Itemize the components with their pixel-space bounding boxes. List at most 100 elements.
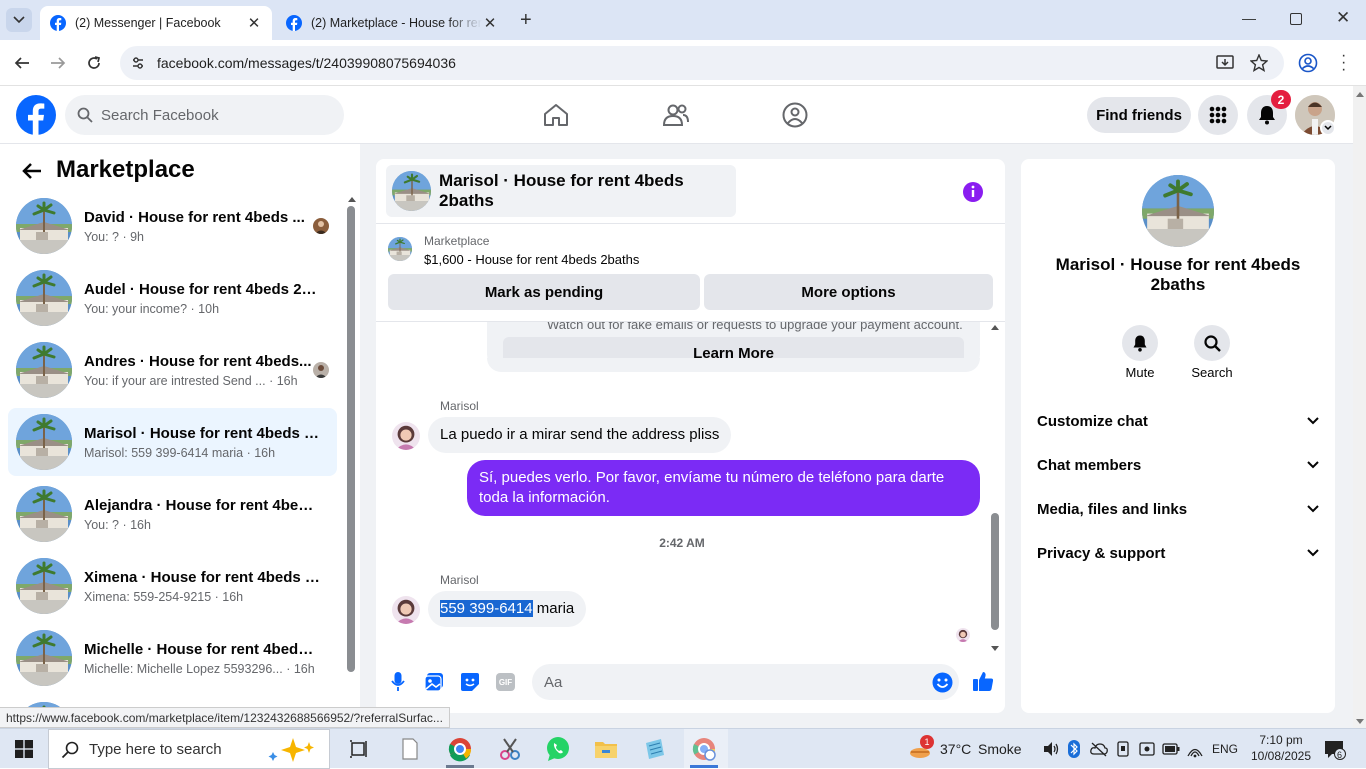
task-view-icon[interactable]	[346, 735, 374, 763]
incoming-message[interactable]: La puedo ir a mirar send the address pli…	[428, 417, 732, 453]
chat-members-row[interactable]: Chat members	[1037, 453, 1319, 477]
file-icon[interactable]	[396, 735, 424, 763]
conversation-item[interactable]: Michelle · House for rent 4beds ... Miche…	[8, 624, 337, 692]
chevron-down-icon	[1307, 505, 1319, 513]
message-timestamp: 2:42 AM	[659, 536, 705, 550]
home-icon[interactable]	[543, 103, 569, 127]
conversation-item[interactable]: David · House for rent 4beds ... You: ? ·…	[8, 192, 337, 260]
info-icon[interactable]	[962, 181, 984, 203]
thumbs-up-icon[interactable]	[972, 670, 994, 692]
conversation-preview: Marisol: 559 399-6414 maria · 16h	[84, 445, 276, 460]
more-options-button[interactable]: More options	[704, 274, 993, 310]
chat-scrollbar[interactable]	[989, 322, 1001, 657]
notification-count-badge: 2	[1271, 90, 1291, 109]
chat-header-title-button[interactable]: Marisol · House for rent 4beds 2baths	[386, 165, 736, 217]
search-label: Search	[1191, 365, 1233, 380]
mute-button[interactable]	[1122, 325, 1158, 361]
language-indicator[interactable]: ENG	[1212, 742, 1238, 756]
gif-icon[interactable]: GIF	[496, 673, 515, 691]
new-tab-icon[interactable]: +	[520, 9, 532, 32]
sidebar-title: Marketplace	[56, 156, 195, 183]
conversation-preview: You: your income? · 10h	[84, 301, 220, 316]
page-scrollbar[interactable]	[1353, 86, 1366, 728]
site-info-icon[interactable]	[131, 56, 145, 70]
taskbar-search-field[interactable]: Type here to search	[48, 729, 330, 769]
composer-placeholder: Aa	[544, 673, 563, 691]
bookmark-star-icon[interactable]	[1250, 54, 1268, 72]
windows-taskbar: Type here to search 1 37°C Smoke ENG 7:1…	[0, 728, 1366, 769]
cloud-offline-icon[interactable]	[1090, 741, 1108, 757]
install-app-icon[interactable]	[1216, 54, 1234, 72]
tab-messenger[interactable]: (2) Messenger | Facebook ✕	[40, 6, 272, 40]
minimize-icon[interactable]: —	[1242, 10, 1256, 26]
sticker-icon[interactable]	[460, 672, 480, 692]
search-field[interactable]: Search Facebook	[65, 95, 344, 135]
privacy-support-row[interactable]: Privacy & support	[1037, 541, 1319, 565]
photo-attach-icon[interactable]	[424, 672, 444, 692]
reload-icon[interactable]	[86, 55, 102, 71]
battery-icon[interactable]	[1162, 742, 1180, 756]
chrome-icon[interactable]	[446, 735, 474, 763]
back-arrow-icon[interactable]	[14, 55, 30, 71]
screen-record-icon[interactable]	[1139, 741, 1155, 757]
friends-icon[interactable]	[663, 103, 689, 127]
back-arrow-icon[interactable]	[22, 162, 42, 180]
browser-menu-icon[interactable]: · · ·	[1341, 48, 1346, 78]
outgoing-message[interactable]: Sí, puedes verlo. Por favor, envíame tu …	[467, 460, 980, 516]
snipping-tool-icon[interactable]	[496, 735, 524, 763]
incoming-message[interactable]: 559 399-6414 maria	[428, 591, 587, 627]
search-in-chat-button[interactable]	[1194, 325, 1230, 361]
microphone-icon[interactable]	[391, 672, 405, 692]
profile-icon[interactable]	[1298, 53, 1318, 73]
groups-icon[interactable]	[782, 102, 808, 128]
windows-start-icon[interactable]	[15, 740, 33, 758]
tab-marketplace[interactable]: (2) Marketplace - House for rent ✕	[276, 6, 508, 40]
close-tab-icon[interactable]: ✕	[246, 14, 262, 32]
weather-condition[interactable]: Smoke	[978, 741, 1022, 757]
mark-as-pending-button[interactable]: Mark as pending	[388, 274, 700, 310]
account-chevron[interactable]	[1320, 120, 1336, 136]
clock[interactable]: 7:10 pm 10/08/2025	[1250, 732, 1312, 764]
restore-icon[interactable]	[1290, 13, 1302, 25]
tab-search-button[interactable]	[6, 8, 32, 32]
conversation-item[interactable]: Ximena · House for rent 4beds 2... Ximena…	[8, 552, 337, 620]
customize-chat-row[interactable]: Customize chat	[1037, 409, 1319, 433]
phone-link-icon[interactable]	[1116, 741, 1130, 757]
listing-thumbnail	[16, 198, 72, 254]
conversation-name: Alejandra · House for rent 4beds...	[84, 496, 320, 514]
conversation-item[interactable]: Andres · House for rent 4beds... You: if …	[8, 336, 337, 404]
listing-title[interactable]: $1,600 - House for rent 4beds 2baths	[424, 252, 639, 267]
chat-avatar	[392, 171, 431, 211]
conversation-item[interactable]: Audel · House for rent 4beds 2b... You: y…	[8, 264, 337, 332]
weather-badge: 1	[920, 735, 934, 749]
facebook-logo-icon[interactable]	[16, 95, 56, 135]
notepad-app-icon[interactable]	[641, 735, 669, 763]
message-composer-input[interactable]: Aa	[532, 664, 959, 700]
sidebar-scrollbar[interactable]	[345, 192, 357, 728]
media-files-links-row[interactable]: Media, files and links	[1037, 497, 1319, 521]
tab-title: (2) Marketplace - House for rent	[311, 16, 482, 30]
chevron-down-icon	[1307, 461, 1319, 469]
speaker-icon[interactable]	[1042, 741, 1060, 757]
close-window-icon[interactable]: ✕	[1336, 8, 1350, 28]
find-friends-button[interactable]: Find friends	[1087, 97, 1191, 133]
close-tab-icon[interactable]: ✕	[482, 14, 498, 32]
conversation-item-selected[interactable]: Marisol · House for rent 4beds 2... Maris…	[8, 408, 337, 476]
menu-button[interactable]	[1198, 95, 1238, 135]
conversation-name: Audel · House for rent 4beds 2b...	[84, 280, 320, 298]
bluetooth-icon[interactable]	[1068, 740, 1080, 758]
whatsapp-icon[interactable]	[544, 735, 572, 763]
listing-label: Marketplace	[424, 234, 490, 248]
search-icon	[61, 741, 79, 759]
conversation-item[interactable]: Alejandra · House for rent 4beds... You: …	[8, 480, 337, 548]
file-explorer-icon[interactable]	[592, 735, 620, 763]
forward-arrow-icon[interactable]	[50, 55, 66, 71]
section-label: Privacy & support	[1037, 544, 1166, 562]
temperature[interactable]: 37°C	[940, 741, 971, 757]
sender-name: Marisol	[440, 573, 479, 587]
url-field[interactable]: facebook.com/messages/t/2403990807569403…	[120, 46, 1284, 80]
url-text: facebook.com/messages/t/2403990807569403…	[157, 55, 456, 71]
emoji-icon[interactable]	[932, 672, 953, 693]
conversation-preview: Michelle: Michelle Lopez 5593296... · 16…	[84, 661, 315, 676]
wifi-icon[interactable]	[1186, 740, 1204, 758]
